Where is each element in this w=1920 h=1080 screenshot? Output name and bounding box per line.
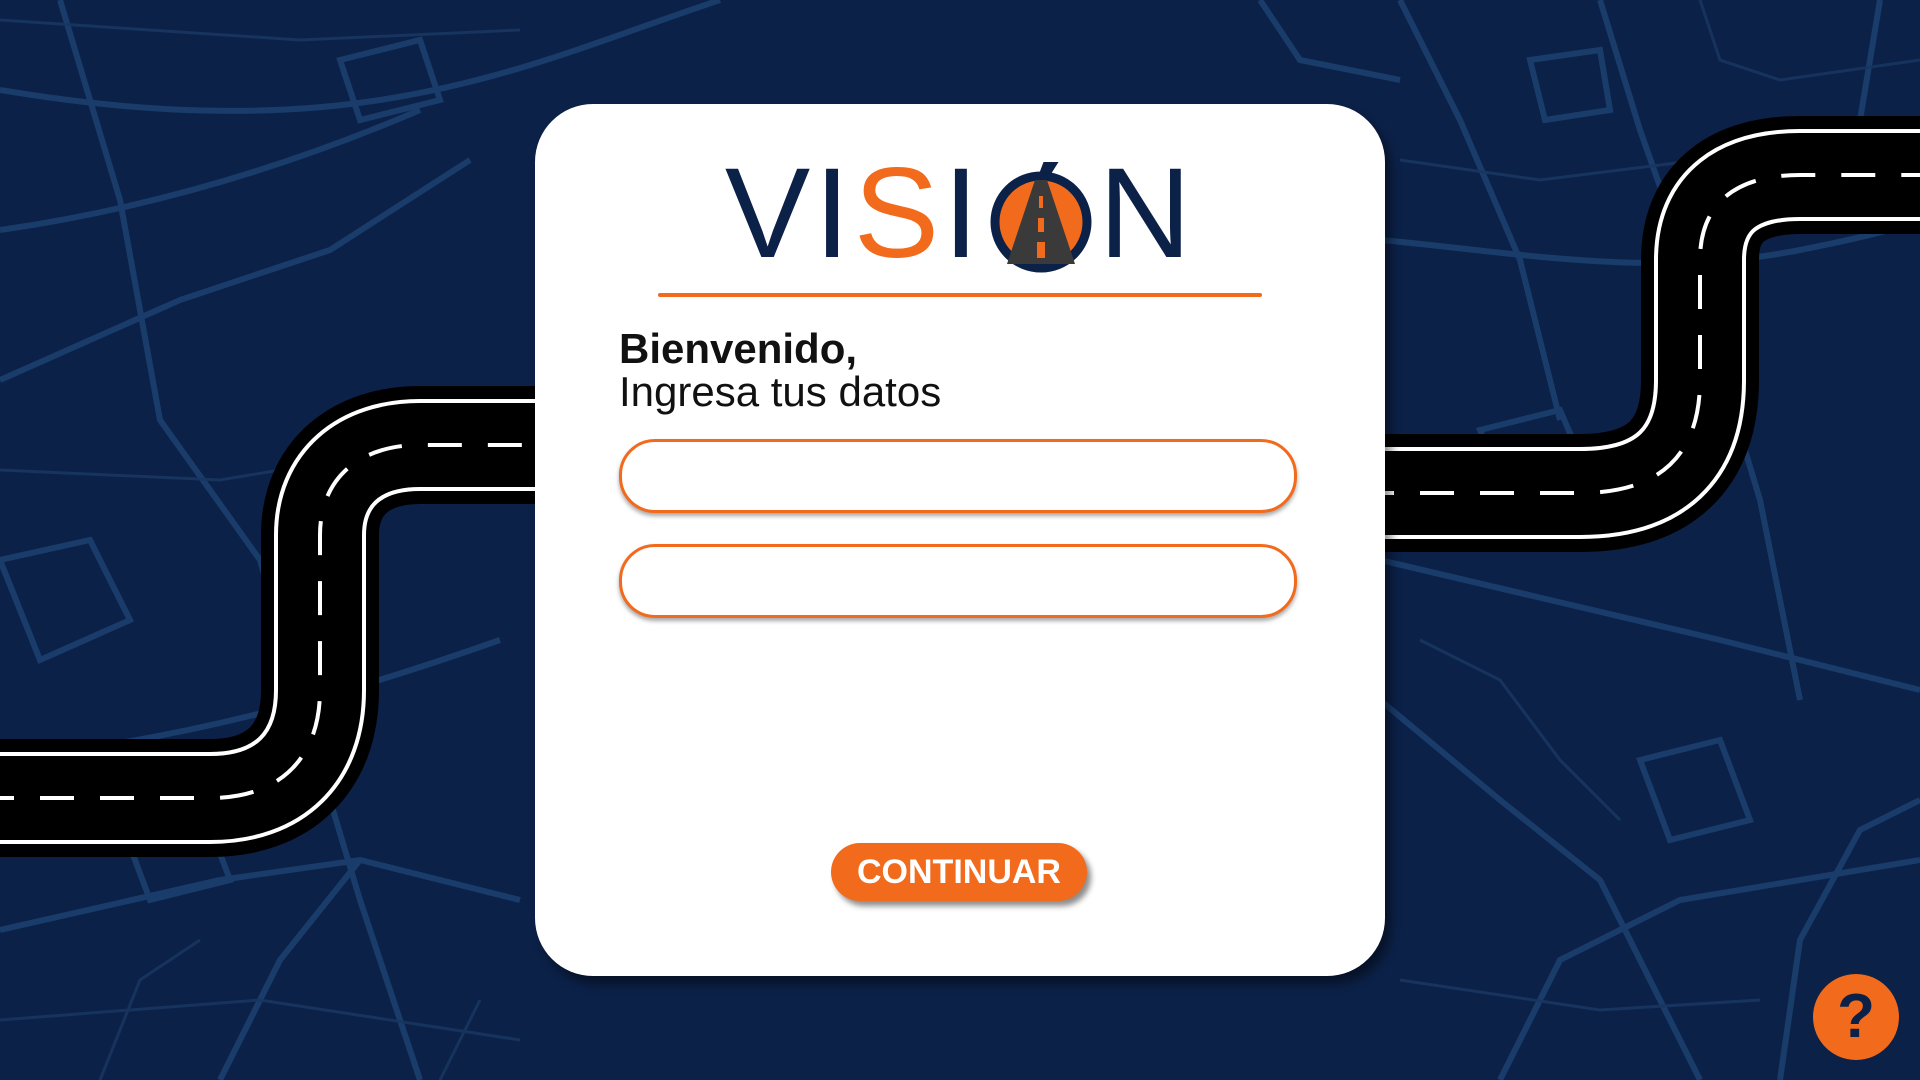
logo-divider — [658, 293, 1262, 297]
welcome-text: Bienvenido, Ingresa tus datos — [619, 328, 941, 414]
logo-wordmark: VI S I N — [725, 150, 1195, 278]
help-button[interactable]: ? — [1813, 974, 1899, 1060]
question-mark-icon: ? — [1837, 982, 1875, 1051]
password-input[interactable] — [622, 547, 1294, 615]
password-field[interactable] — [619, 544, 1297, 618]
login-card: VI S I N Bienvenido, Ingresa tus datos C… — [535, 104, 1385, 976]
continue-button[interactable]: CONTINUAR — [831, 843, 1087, 901]
welcome-title: Bienvenido, — [619, 325, 858, 372]
logo-text-part: N — [1098, 142, 1196, 285]
login-screen: VI S I N Bienvenido, Ingresa tus datos C… — [0, 0, 1920, 1080]
logo-text-accent: S — [853, 142, 944, 285]
road-in-circle-icon — [985, 158, 1097, 274]
logo-text-part: VI — [724, 142, 854, 285]
vision-logo: VI S I N — [535, 150, 1385, 280]
welcome-subtitle: Ingresa tus datos — [619, 368, 942, 415]
user-input[interactable] — [622, 442, 1294, 510]
logo-text-part: I — [943, 142, 983, 285]
user-field[interactable] — [619, 439, 1297, 513]
